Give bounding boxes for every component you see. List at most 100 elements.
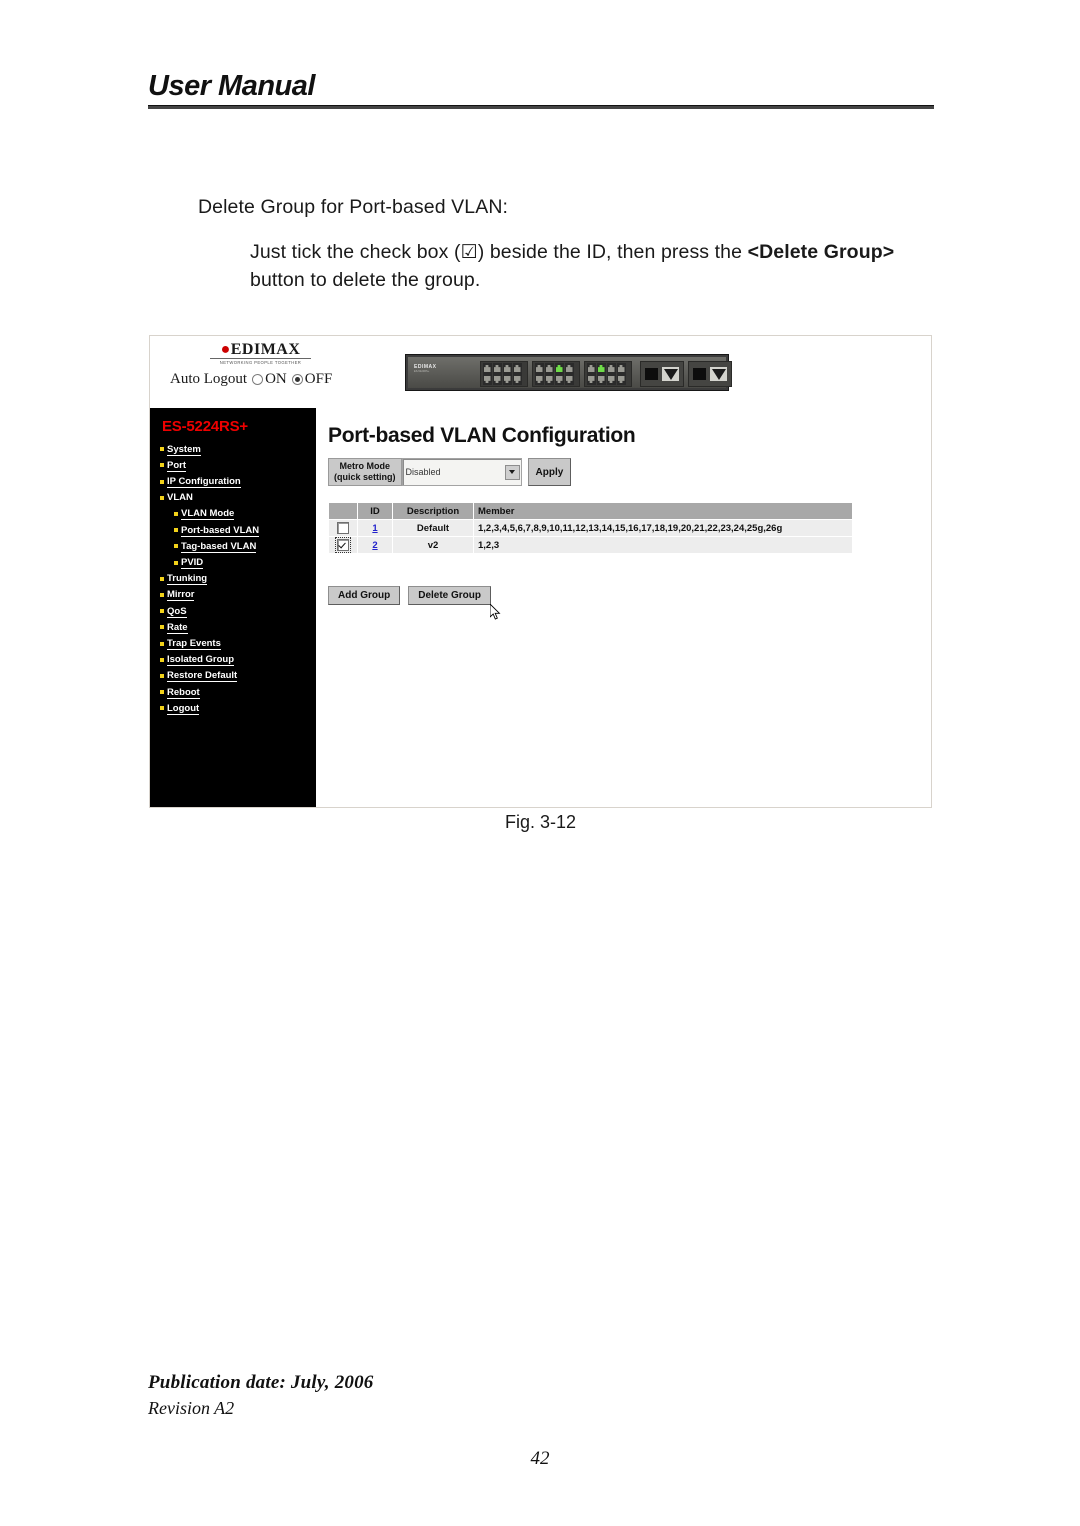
bullet-icon (174, 528, 178, 533)
section-body-text: Just tick the check box (☑) beside the I… (250, 238, 910, 294)
sidebar-item-ip-configuration[interactable]: IP Configuration (150, 473, 316, 489)
sidebar-item-restore-default[interactable]: Restore Default (150, 668, 316, 684)
sidebar-item-label: Mirror (167, 589, 195, 602)
body-text-part1: Just tick the check box ( (250, 241, 461, 263)
sidebar-item-label: Reboot (167, 686, 200, 699)
auto-logout-off-label: OFF (304, 371, 333, 387)
table-row: 1 Default 1,2,3,4,5,6,7,8,9,10,11,12,13,… (328, 519, 853, 537)
auto-logout-off-radio[interactable] (291, 374, 303, 386)
sidebar-item-system[interactable]: System (150, 441, 316, 457)
device-model-label: ES-5224RS+ (414, 370, 430, 373)
sidebar-item-reboot[interactable]: Reboot (150, 684, 316, 700)
page-number: 42 (530, 1448, 550, 1469)
port-icon (596, 374, 606, 385)
sidebar-item-rate[interactable]: Rate (150, 619, 316, 635)
port-bank-2 (532, 361, 580, 387)
row-member-cell: 1,2,3 (473, 536, 853, 554)
apply-button[interactable]: Apply (527, 458, 572, 486)
metro-mode-label-line1: Metro Mode (339, 461, 391, 471)
sidebar-item-trap-events[interactable]: Trap Events (150, 635, 316, 651)
sfp-slot-icon (710, 367, 727, 381)
sidebar-item-pvid[interactable]: PVID (150, 554, 316, 570)
port-bank-1 (480, 361, 528, 387)
ui-topbar: ●EDIMAX NETWORKING PEOPLE TOGETHER Auto … (150, 336, 931, 408)
sidebar-item-label: PVID (181, 557, 204, 570)
bullet-icon (174, 560, 178, 565)
body-text-part2: ) beside the ID, then press the (477, 241, 748, 263)
sidebar-item-vlan-mode[interactable]: VLAN Mode (150, 506, 316, 522)
sfp-bank-2 (688, 361, 732, 387)
vlan-id-link[interactable]: 2 (372, 540, 377, 551)
chevron-down-icon[interactable] (504, 464, 520, 480)
column-header-select (328, 502, 358, 520)
sidebar-item-vlan[interactable]: VLAN (150, 490, 316, 506)
sidebar-item-qos[interactable]: QoS (150, 603, 316, 619)
sfp-module-icon (645, 368, 658, 380)
sidebar-item-label: Port-based VLAN (181, 524, 260, 537)
sfp-module-icon (693, 368, 706, 380)
row-checkbox[interactable] (335, 537, 351, 553)
sidebar-item-label: Trunking (167, 573, 208, 586)
action-button-row: Add Group Delete Group (328, 586, 931, 620)
row-checkbox[interactable] (337, 522, 349, 534)
bullet-icon (174, 511, 178, 516)
metro-mode-selected-value: Disabled (405, 467, 441, 477)
port-icon (502, 363, 512, 374)
sidebar-item-logout[interactable]: Logout (150, 700, 316, 716)
bullet-icon (160, 447, 164, 452)
sidebar-item-tag-based-vlan[interactable]: Tag-based VLAN (150, 538, 316, 554)
revision-label: Revision A2 (148, 1398, 235, 1418)
figure-caption: Fig. 3-12 (504, 812, 577, 832)
brand-name: EDIMAX (230, 341, 301, 358)
auto-logout-label: Auto Logout (170, 371, 248, 387)
sidebar-item-label: Restore Default (167, 670, 238, 683)
metro-mode-label: Metro Mode (quick setting) (328, 458, 402, 486)
bullet-icon (160, 463, 164, 468)
auto-logout-control: Auto Logout ON OFF (168, 371, 353, 388)
page-footer: Publication date: July, 2006 Revision A2 (148, 1372, 934, 1419)
main-content: Port-based VLAN Configuration Metro Mode… (316, 408, 931, 807)
vlan-id-link[interactable]: 1 (372, 523, 377, 534)
bullet-icon (160, 657, 164, 662)
port-icon (534, 363, 544, 374)
metro-mode-row: Metro Mode (quick setting) Disabled Appl… (328, 458, 931, 486)
sidebar-item-port[interactable]: Port (150, 457, 316, 473)
column-header-member: Member (473, 502, 853, 520)
figure-screenshot: ●EDIMAX NETWORKING PEOPLE TOGETHER Auto … (149, 335, 932, 808)
sidebar-item-isolated-group[interactable]: Isolated Group (150, 652, 316, 668)
section-lead-text: Delete Group for Port-based VLAN: (198, 196, 509, 218)
port-icon (492, 374, 502, 385)
bullet-icon (160, 641, 164, 646)
sidebar-item-mirror[interactable]: Mirror (150, 587, 316, 603)
metro-mode-select[interactable]: Disabled (401, 458, 522, 486)
page-title: User Manual (148, 70, 315, 102)
bullet-icon (160, 479, 164, 484)
port-icon (616, 363, 626, 374)
port-icon (534, 374, 544, 385)
sidebar-item-trunking[interactable]: Trunking (150, 571, 316, 587)
sidebar-item-label: System (167, 443, 201, 456)
page-header: User Manual (148, 72, 934, 109)
port-icon (554, 374, 564, 385)
switch-device-image: EDIMAX ES-5224RS+ (405, 354, 732, 391)
sidebar-item-port-based-vlan[interactable]: Port-based VLAN (150, 522, 316, 538)
sidebar-item-label: Trap Events (167, 638, 221, 651)
brand-block: ●EDIMAX NETWORKING PEOPLE TOGETHER Auto … (168, 342, 353, 388)
column-header-id: ID (357, 502, 393, 520)
bullet-icon (160, 625, 164, 630)
sidebar-item-label: Rate (167, 621, 188, 634)
edimax-logo-icon: ●EDIMAX (220, 341, 301, 358)
add-group-button[interactable]: Add Group (328, 586, 401, 605)
mouse-cursor-icon (490, 604, 501, 620)
delete-group-button[interactable]: Delete Group (408, 586, 492, 605)
port-icon (544, 374, 554, 385)
port-icon-active (596, 363, 606, 374)
port-icon (492, 363, 502, 374)
main-heading: Port-based VLAN Configuration (328, 424, 636, 447)
bullet-icon (160, 673, 164, 678)
sfp-slot-icon (662, 367, 679, 381)
port-icon (512, 374, 522, 385)
auto-logout-on-radio[interactable] (252, 374, 264, 386)
sidebar-item-label: Isolated Group (167, 654, 235, 667)
port-bank-3 (584, 361, 632, 387)
